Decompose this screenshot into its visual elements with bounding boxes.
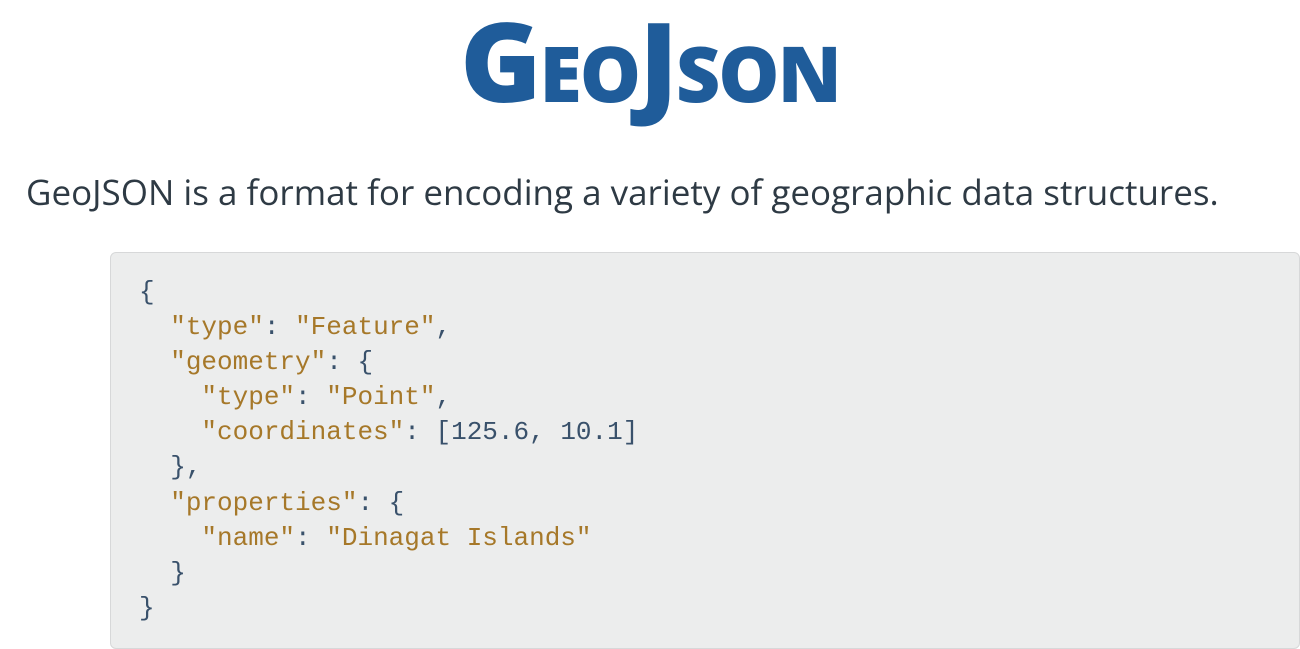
comma: , xyxy=(436,312,452,342)
json-number: 125.6 xyxy=(451,417,529,447)
colon: : xyxy=(295,523,326,553)
brace-open: { xyxy=(389,488,405,518)
page-title: GeoJson xyxy=(0,0,1300,121)
comma: , xyxy=(529,417,560,447)
colon: : xyxy=(357,488,388,518)
colon: : xyxy=(326,347,357,377)
brace-close: }, xyxy=(170,452,201,482)
comma: , xyxy=(435,382,451,412)
brace-open: { xyxy=(357,347,373,377)
json-key: "properties" xyxy=(170,488,357,518)
json-string: "Dinagat Islands" xyxy=(326,523,591,553)
json-key: "coordinates" xyxy=(201,417,404,447)
description-text: GeoJSON is a format for encoding a varie… xyxy=(0,169,1300,216)
json-string: "Point" xyxy=(326,382,435,412)
colon: : xyxy=(295,382,326,412)
json-key: "type" xyxy=(170,312,264,342)
json-key: "geometry" xyxy=(170,347,326,377)
brace-open: { xyxy=(139,277,155,307)
brace-close: } xyxy=(139,593,155,623)
json-string: "Feature" xyxy=(295,312,435,342)
json-key: "type" xyxy=(201,382,295,412)
brace-close: } xyxy=(170,558,186,588)
bracket-close: ] xyxy=(623,417,639,447)
colon: : xyxy=(404,417,435,447)
json-number: 10.1 xyxy=(560,417,622,447)
bracket-open: [ xyxy=(435,417,451,447)
json-key: "name" xyxy=(201,523,295,553)
code-example: { "type": "Feature", "geometry": { "type… xyxy=(110,252,1300,649)
colon: : xyxy=(264,312,295,342)
